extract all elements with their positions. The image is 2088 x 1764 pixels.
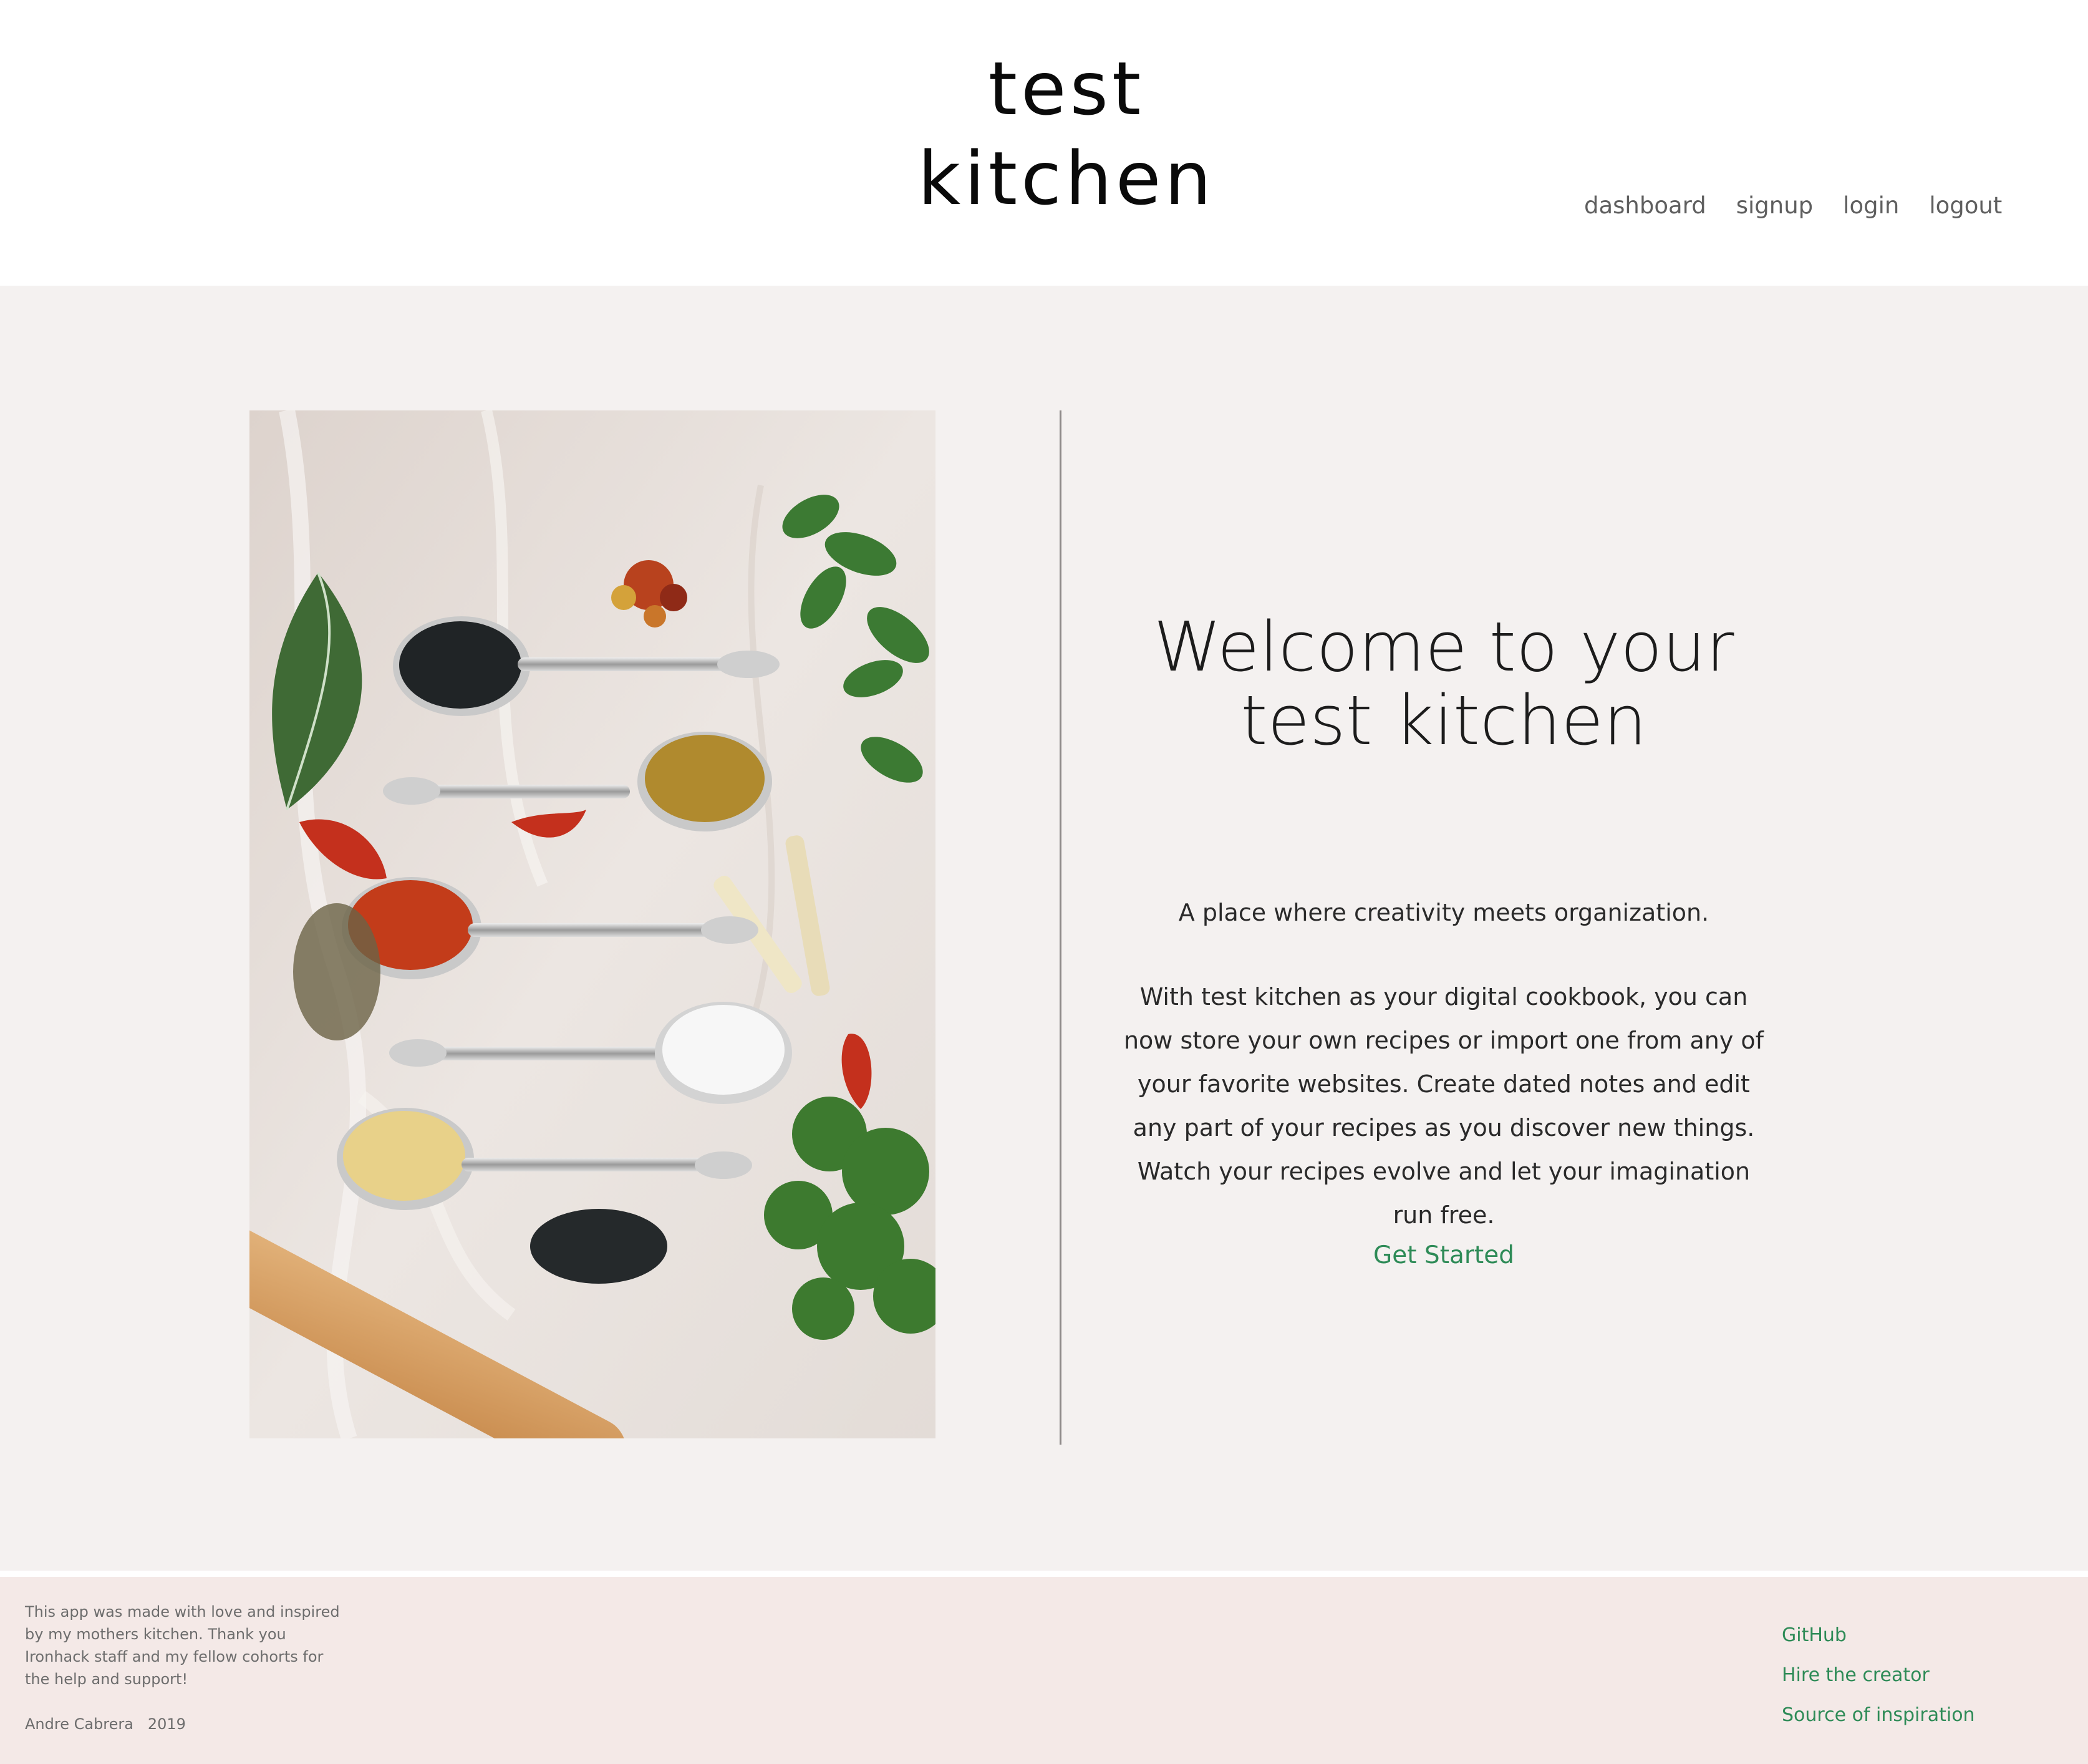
- footer-about-text: This app was made with love and inspired…: [25, 1603, 340, 1688]
- footer-credit: Andre Cabrera 2019: [25, 1713, 186, 1735]
- nav-login-link[interactable]: login: [1843, 187, 1899, 225]
- welcome-heading-line-1: Welcome to your: [1153, 607, 1734, 687]
- footer-inspiration-link[interactable]: Source of inspiration: [1782, 1695, 1975, 1735]
- brand-logo[interactable]: test kitchen: [879, 44, 1254, 223]
- brand-line-2: kitchen: [917, 135, 1216, 221]
- welcome-heading-line-2: test kitchen: [1240, 681, 1647, 760]
- main-nav: dashboard signup login logout: [1584, 187, 2002, 225]
- get-started-link[interactable]: Get Started: [1098, 1234, 1790, 1277]
- nav-signup-link[interactable]: signup: [1736, 187, 1813, 225]
- hero-section: Welcome to your test kitchen A place whe…: [0, 286, 2088, 1571]
- footer-year: 2019: [147, 1715, 186, 1733]
- footer-github-link[interactable]: GitHub: [1782, 1616, 1975, 1655]
- vertical-divider: [1060, 410, 1061, 1445]
- app-description: With test kitchen as your digital cookbo…: [1123, 983, 1764, 1229]
- nav-logout-link[interactable]: logout: [1929, 187, 2002, 225]
- tagline: A place where creativity meets organizat…: [1178, 899, 1709, 926]
- welcome-heading: Welcome to your test kitchen: [1098, 610, 1790, 757]
- footer-author: Andre Cabrera: [25, 1715, 133, 1733]
- footer-separator: [0, 1571, 2088, 1577]
- hero-image: [249, 410, 935, 1438]
- site-footer: This app was made with love and inspired…: [0, 1577, 2088, 1764]
- site-header: test kitchen dashboard signup login logo…: [0, 0, 2088, 286]
- footer-hire-link[interactable]: Hire the creator: [1782, 1655, 1975, 1695]
- footer-links: GitHub Hire the creator Source of inspir…: [1782, 1616, 1975, 1735]
- nav-dashboard-link[interactable]: dashboard: [1584, 187, 1706, 225]
- spices-photo-illustration: [249, 410, 935, 1438]
- brand-line-1: test: [988, 46, 1145, 132]
